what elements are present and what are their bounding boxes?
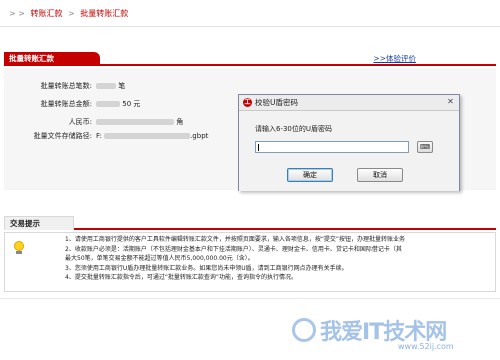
ok-button[interactable]: 确定 bbox=[287, 168, 333, 182]
redacted-value bbox=[104, 133, 191, 139]
tip-item: 最大50笔，单笔交易金额不能超过等值人民币5,000,000.00元（含）。 bbox=[65, 255, 254, 263]
cancel-button[interactable]: 取消 bbox=[357, 168, 403, 182]
close-icon[interactable]: ✕ bbox=[445, 97, 456, 107]
breadcrumb-chevron-icon: > > bbox=[9, 9, 25, 18]
breadcrumb-divider bbox=[0, 26, 500, 27]
icbc-logo-icon: 工 bbox=[243, 98, 252, 107]
dialog-title: 校验U盾密码 bbox=[255, 98, 298, 107]
file-path-label: 批量文件存储路径: bbox=[33, 132, 92, 140]
feedback-link-label[interactable]: 体验评价 bbox=[386, 54, 416, 63]
total-count-label: 批量转账总笔数: bbox=[40, 82, 92, 90]
tips-header: 交易提示 bbox=[4, 216, 496, 230]
currency-unit: 角 bbox=[176, 118, 184, 126]
redacted-value bbox=[96, 101, 120, 107]
total-amount-unit: 50 元 bbox=[122, 100, 141, 108]
redacted-value bbox=[96, 119, 174, 125]
tips-title: 交易提示 bbox=[4, 216, 74, 230]
footer-divider bbox=[0, 298, 500, 299]
currency-row: 人民币: 角 bbox=[4, 116, 184, 128]
currency-label: 人民币: bbox=[68, 118, 92, 126]
section-title: 批量转账汇款 bbox=[4, 52, 100, 66]
tips-list: 1、请使用工商银行提供的客户工具软件编辑转账汇款文件，并按照页面要求，输入各项信… bbox=[65, 235, 495, 283]
tip-item: 1、请使用工商银行提供的客户工具软件编辑转账汇款文件，并按照页面要求，输入各项信… bbox=[65, 236, 406, 243]
tip-item: 2、收款账户必须是：活期账户（不包括理财金基本户和下挂活期账户）、灵通卡、理财金… bbox=[65, 245, 402, 253]
tips-panel: 1、请使用工商银行提供的客户工具软件编辑转账汇款文件，并按照页面要求，输入各项信… bbox=[4, 232, 496, 292]
double-chevron-icon: >> bbox=[373, 54, 386, 63]
tip-item: 4、提交批量转账汇款指令后，可通过“批量转账汇款查询”功能，查询指令的执行情况。 bbox=[65, 274, 298, 282]
file-path-extension: .gbpt bbox=[190, 132, 209, 140]
lightbulb-icon bbox=[13, 241, 25, 255]
breadcrumb-item-transfer[interactable]: 转账汇款 bbox=[31, 9, 63, 18]
file-path-drive: F: bbox=[96, 132, 102, 140]
total-count-row: 批量转账总笔数: 笔 bbox=[4, 80, 126, 92]
total-amount-label: 批量转账总金额: bbox=[40, 100, 92, 108]
text-caret bbox=[258, 144, 259, 151]
breadcrumb-separator-icon: > bbox=[68, 9, 75, 18]
total-amount-row: 批量转账总金额: 50 元 bbox=[4, 98, 141, 110]
total-count-unit: 笔 bbox=[118, 82, 126, 90]
breadcrumb: > > 转账汇款 > 批量转账汇款 bbox=[6, 8, 128, 22]
watermark-url: www.52ij.com bbox=[398, 342, 454, 351]
dialog-titlebar[interactable]: 工 校验U盾密码 ✕ bbox=[239, 95, 459, 110]
dialog-body: 请输入6-30位的U盾密码 ⌨ 确定 取消 bbox=[239, 110, 459, 191]
redacted-value bbox=[96, 83, 116, 89]
watermark-logo-icon bbox=[292, 318, 316, 342]
password-prompt: 请输入6-30位的U盾密码 bbox=[255, 125, 333, 133]
breadcrumb-item-batch-transfer: 批量转账汇款 bbox=[80, 9, 129, 18]
keyboard-icon[interactable]: ⌨ bbox=[417, 141, 433, 153]
section-header: 批量转账汇款 >>体验评价 bbox=[4, 52, 496, 66]
password-input[interactable] bbox=[255, 141, 409, 153]
usb-key-password-dialog: 工 校验U盾密码 ✕ 请输入6-30位的U盾密码 ⌨ 确定 取消 bbox=[238, 94, 460, 191]
file-path-row: 批量文件存储路径: F: .gbpt bbox=[4, 130, 209, 142]
tip-item: 3、您须使用工商银行U盾办理批量转账汇款业务。如果您尚未申领U盾，请到工商银行网… bbox=[65, 264, 348, 272]
feedback-link[interactable]: >>体验评价 bbox=[373, 53, 416, 64]
watermark: 我爱IT技术网 www.52ij.com bbox=[280, 312, 490, 352]
